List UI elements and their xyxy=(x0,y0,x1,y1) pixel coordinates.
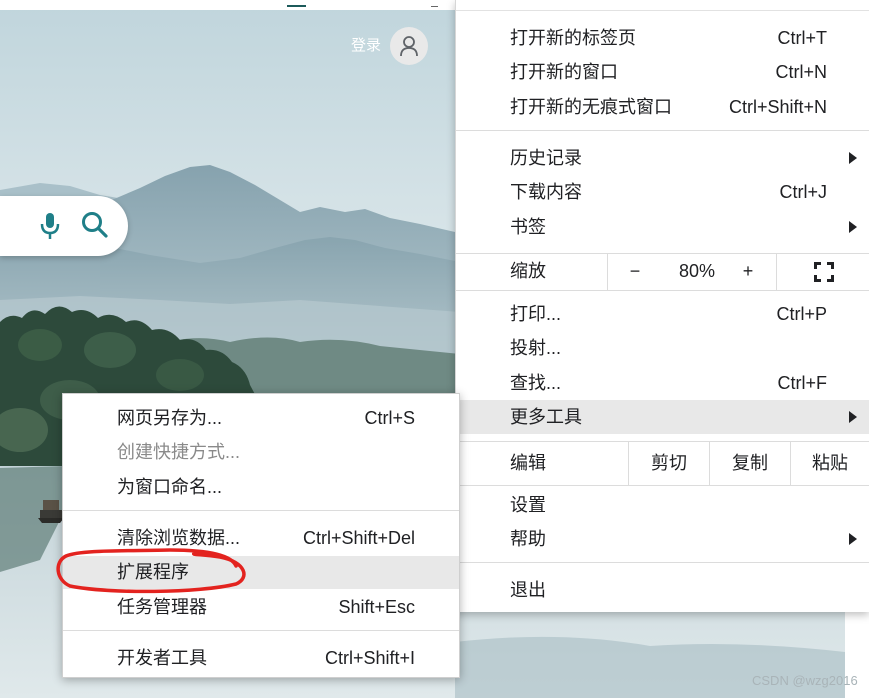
menu-separator xyxy=(456,130,869,131)
edit-label: 编辑 xyxy=(510,453,546,473)
menu-item-label: 为窗口命名... xyxy=(117,477,223,497)
menu-item-downloads[interactable]: 下载内容 Ctrl+J xyxy=(456,175,869,209)
search-box[interactable] xyxy=(0,196,128,256)
menu-item-shortcut: Ctrl+N xyxy=(775,62,827,82)
menu-item-shortcut: Ctrl+Shift+Del xyxy=(302,528,415,548)
fullscreen-icon xyxy=(813,262,834,283)
menu-separator xyxy=(456,290,869,291)
chevron-right-icon xyxy=(849,221,857,233)
menu-item-shortcut: Ctrl+Shift+I xyxy=(324,648,415,668)
menu-item-print[interactable]: 打印... Ctrl+P xyxy=(456,297,869,331)
menu-item-cast[interactable]: 投射... xyxy=(456,331,869,365)
menu-item-label: 打开新的窗口 xyxy=(510,62,618,82)
zoom-divider xyxy=(607,253,608,290)
menu-separator xyxy=(456,485,869,486)
submenu-item-clear-browsing-data[interactable]: 清除浏览数据... Ctrl+Shift+Del xyxy=(63,521,459,555)
menu-item-label: 开发者工具 xyxy=(117,648,207,668)
menu-item-label: 扩展程序 xyxy=(117,562,189,582)
menu-item-shortcut: Shift+Esc xyxy=(338,597,415,617)
menu-item-find[interactable]: 查找... Ctrl+F xyxy=(456,366,869,400)
menu-item-history[interactable]: 历史记录 xyxy=(456,141,869,175)
menu-item-label: 清除浏览数据... xyxy=(117,528,241,548)
search-icon[interactable] xyxy=(81,211,109,239)
more-tools-submenu: 网页另存为... Ctrl+S 创建快捷方式... 为窗口命名... 清除浏览数… xyxy=(62,393,460,678)
menu-separator xyxy=(63,630,459,631)
menu-item-new-tab[interactable]: 打开新的标签页 Ctrl+T xyxy=(456,21,869,55)
paste-button[interactable]: 粘贴 xyxy=(791,441,869,485)
menu-item-shortcut: Ctrl+Shift+N xyxy=(728,97,827,117)
chevron-right-icon xyxy=(849,533,857,545)
menu-item-bookmarks[interactable]: 书签 xyxy=(456,210,869,244)
watermark: CSDN @wzg2016 xyxy=(752,673,858,688)
menu-item-shortcut: Ctrl+P xyxy=(776,304,827,324)
submenu-item-task-manager[interactable]: 任务管理器 Shift+Esc xyxy=(63,590,459,624)
chevron-right-icon xyxy=(849,152,857,164)
cut-button[interactable]: 剪切 xyxy=(629,441,709,485)
submenu-item-save-page-as[interactable]: 网页另存为... Ctrl+S xyxy=(63,401,459,435)
menu-item-label: 历史记录 xyxy=(510,148,582,168)
submenu-item-name-window[interactable]: 为窗口命名... xyxy=(63,470,459,504)
menu-item-label: 打开新的无痕式窗口 xyxy=(510,97,672,117)
menu-item-label: 投射... xyxy=(510,338,562,358)
zoom-out-button[interactable]: − xyxy=(615,253,655,290)
menu-item-more-tools[interactable]: 更多工具 xyxy=(456,400,869,434)
menu-item-label: 更多工具 xyxy=(510,407,582,427)
menu-item-label: 帮助 xyxy=(510,529,546,549)
menu-item-shortcut: Ctrl+T xyxy=(777,28,828,48)
menu-item-help[interactable]: 帮助 xyxy=(456,522,869,556)
user-icon xyxy=(400,36,418,57)
submenu-item-developer-tools[interactable]: 开发者工具 Ctrl+Shift+I xyxy=(63,641,459,675)
zoom-row: 缩放 − 80% + xyxy=(456,253,869,290)
menu-item-shortcut: Ctrl+S xyxy=(364,408,415,428)
submenu-item-extensions[interactable]: 扩展程序 xyxy=(63,556,459,589)
menu-item-label: 打印... xyxy=(510,304,562,324)
menu-item-label: 任务管理器 xyxy=(117,597,207,617)
menu-separator xyxy=(63,510,459,511)
menu-separator xyxy=(456,562,869,563)
menu-item-label: 网页另存为... xyxy=(117,408,223,428)
menu-item-new-incognito-window[interactable]: 打开新的无痕式窗口 Ctrl+Shift+N xyxy=(456,90,869,124)
chrome-main-menu: 打开新的标签页 Ctrl+T 打开新的窗口 Ctrl+N 打开新的无痕式窗口 C… xyxy=(455,0,869,612)
fullscreen-button[interactable] xyxy=(777,253,869,290)
edit-row: 编辑 剪切 复制 粘贴 xyxy=(456,441,869,485)
menu-item-label: 查找... xyxy=(510,373,562,393)
copy-button[interactable]: 复制 xyxy=(710,441,790,485)
menu-item-label: 打开新的标签页 xyxy=(510,28,636,48)
submenu-item-create-shortcut: 创建快捷方式... xyxy=(63,435,459,469)
menu-top-border xyxy=(456,10,869,11)
zoom-label: 缩放 xyxy=(510,261,546,281)
menu-item-shortcut: Ctrl+F xyxy=(777,373,828,393)
menu-item-settings[interactable]: 设置 xyxy=(456,488,869,522)
menu-item-label: 书签 xyxy=(510,217,546,237)
menu-item-label: 设置 xyxy=(510,495,546,515)
menu-item-new-window[interactable]: 打开新的窗口 Ctrl+N xyxy=(456,55,869,89)
login-link[interactable]: 登录 xyxy=(351,37,381,55)
menu-item-label: 创建快捷方式... xyxy=(117,442,241,462)
chevron-right-icon xyxy=(849,411,857,423)
menu-item-shortcut: Ctrl+J xyxy=(779,182,827,202)
zoom-in-button[interactable]: + xyxy=(728,253,768,290)
microphone-icon[interactable] xyxy=(40,212,60,240)
menu-item-label: 下载内容 xyxy=(510,182,582,202)
menu-item-exit[interactable]: 退出 xyxy=(456,573,869,607)
zoom-level: 80% xyxy=(678,261,716,281)
avatar[interactable] xyxy=(390,27,428,65)
menu-item-label: 退出 xyxy=(510,580,546,600)
